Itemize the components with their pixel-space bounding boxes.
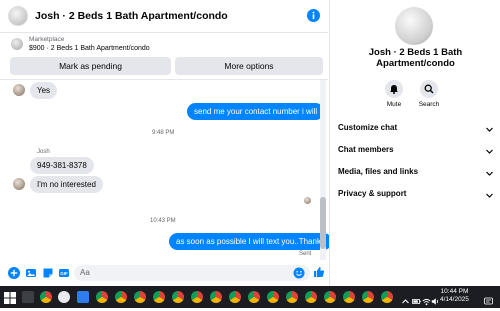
marketplace-listing: Marketplace $900 · 2 Beds 1 Bath Apartme… — [0, 33, 328, 80]
taskbar: 10:44 PM 4/14/2025 — [0, 286, 500, 308]
search-icon — [420, 80, 438, 98]
emoji-icon[interactable] — [293, 267, 305, 279]
info-icon[interactable] — [307, 9, 320, 22]
mute-button[interactable]: Mute — [374, 80, 414, 108]
sender-avatar — [13, 178, 25, 190]
sticker-icon[interactable] — [42, 267, 54, 279]
chrome-icon[interactable] — [324, 291, 336, 303]
message-thread: Yes send me your contact number i will 9… — [0, 80, 332, 260]
chat-header: Josh · 2 Beds 1 Bath Apartment/condo — [0, 0, 328, 33]
section-label: Customize chat — [338, 123, 398, 132]
gif-icon[interactable]: GIF — [58, 267, 70, 279]
message-outgoing[interactable]: send me your contact number i will — [187, 103, 325, 120]
chrome-icon[interactable] — [115, 291, 127, 303]
windows-start-icon[interactable] — [4, 291, 16, 304]
profile-avatar[interactable] — [395, 7, 433, 45]
chrome-icon[interactable] — [305, 291, 317, 303]
chrome-icon[interactable] — [267, 291, 279, 303]
chevron-down-icon — [485, 147, 494, 156]
volume-icon[interactable] — [431, 293, 440, 305]
section-media-files-links[interactable]: Media, files and links — [338, 167, 494, 181]
photo-icon[interactable] — [25, 267, 37, 279]
chrome-icon[interactable] — [248, 291, 260, 303]
chrome-icon[interactable] — [191, 291, 203, 303]
chrome-icon[interactable] — [343, 291, 355, 303]
taskbar-app-icon[interactable] — [22, 291, 34, 303]
message-incoming[interactable]: I'm no interested — [30, 176, 103, 193]
chrome-icon[interactable] — [134, 291, 146, 303]
chevron-down-icon — [485, 191, 494, 200]
sender-avatar — [13, 84, 25, 96]
clock-date: 4/14/2025 — [440, 296, 469, 303]
svg-text:GIF: GIF — [60, 271, 68, 276]
section-privacy-support[interactable]: Privacy & support — [338, 189, 494, 203]
chrome-icon[interactable] — [229, 291, 241, 303]
marketplace-label: Marketplace — [29, 36, 65, 43]
mark-as-pending-button[interactable]: Mark as pending — [10, 57, 171, 75]
mute-label: Mute — [386, 101, 402, 108]
section-customize-chat[interactable]: Customize chat — [338, 123, 494, 137]
chevron-down-icon — [485, 169, 494, 178]
message-incoming[interactable]: Yes — [30, 82, 58, 99]
search-label: Search — [418, 101, 440, 108]
plus-circle-icon[interactable] — [8, 267, 20, 279]
chevron-up-icon[interactable] — [401, 293, 410, 304]
profile-name[interactable]: Josh · 2 Beds 1 Bath Apartment/condo — [330, 47, 500, 69]
listing-thumbnail[interactable] — [11, 38, 23, 50]
clock-time: 10:44 PM — [440, 288, 469, 295]
chrome-icon[interactable] — [153, 291, 165, 303]
chrome-icon[interactable] — [286, 291, 298, 303]
message-incoming[interactable]: 949-381-8378 — [30, 157, 94, 174]
chrome-icon[interactable] — [210, 291, 222, 303]
message-input[interactable]: Aa — [74, 265, 310, 281]
chrome-icon[interactable] — [40, 291, 52, 303]
section-label: Chat members — [338, 145, 394, 154]
chat-title[interactable]: Josh · 2 Beds 1 Bath Apartment/condo — [35, 10, 228, 22]
section-label: Privacy & support — [338, 189, 407, 198]
battery-icon[interactable] — [412, 293, 421, 304]
taskbar-app-icon[interactable] — [77, 291, 89, 303]
chrome-icon[interactable] — [362, 291, 374, 303]
timestamp: 10:43 PM — [150, 218, 176, 224]
chrome-icon[interactable] — [172, 291, 184, 303]
message-placeholder: Aa — [80, 268, 90, 277]
composer: GIF Aa — [0, 260, 328, 286]
taskbar-app-icon[interactable] — [58, 291, 70, 303]
thumbs-up-icon[interactable] — [313, 266, 325, 278]
section-label: Media, files and links — [338, 167, 419, 176]
scrollbar-thumb[interactable] — [320, 197, 326, 249]
chevron-down-icon — [485, 125, 494, 134]
chrome-icon[interactable] — [96, 291, 108, 303]
message-outgoing[interactable]: as soon as possible I will text you..Tha… — [169, 233, 332, 250]
wifi-icon[interactable] — [422, 293, 431, 306]
timestamp: 9:48 PM — [152, 130, 175, 136]
read-receipt-avatar — [304, 197, 311, 204]
sent-status: Sent — [299, 251, 312, 257]
profile-name-text: Josh · 2 Beds 1 Bath Apartment/condo — [368, 47, 463, 69]
bell-icon — [385, 80, 403, 98]
details-panel: Josh · 2 Beds 1 Bath Apartment/condo Mut… — [329, 0, 500, 286]
notification-icon[interactable] — [484, 293, 493, 305]
chrome-icon[interactable] — [381, 291, 393, 303]
system-clock[interactable]: 10:44 PM 4/14/2025 — [440, 288, 469, 304]
section-chat-members[interactable]: Chat members — [338, 145, 494, 159]
listing-price-title[interactable]: $900 · 2 Beds 1 Bath Apartment/condo — [29, 45, 150, 52]
sender-name: Josh — [37, 149, 50, 155]
more-options-button[interactable]: More options — [175, 57, 323, 75]
avatar[interactable] — [8, 6, 28, 26]
search-button[interactable]: Search — [409, 80, 449, 108]
